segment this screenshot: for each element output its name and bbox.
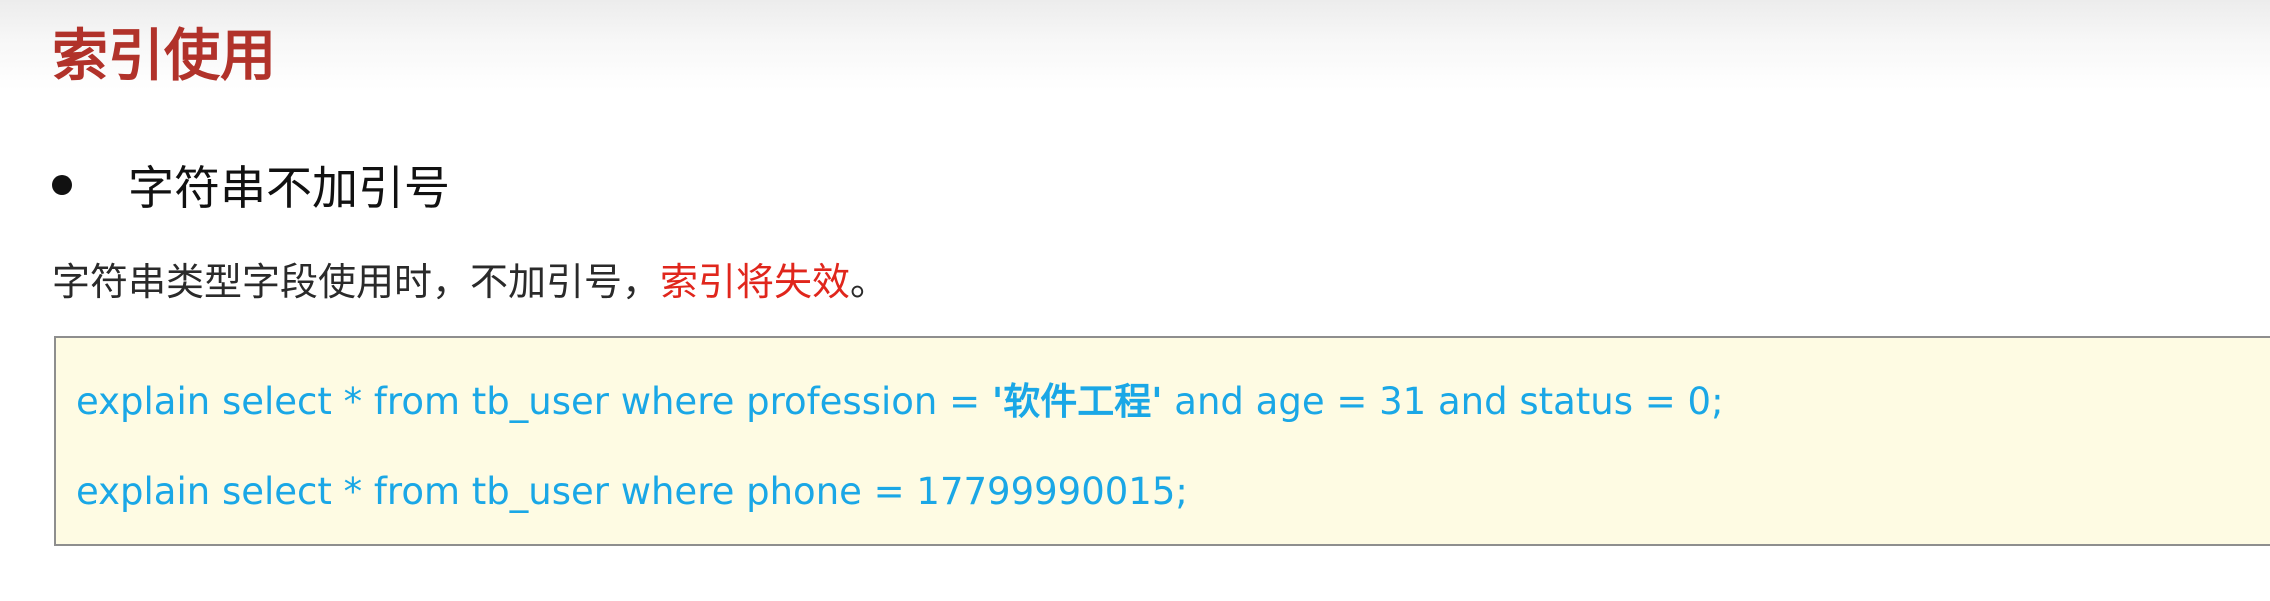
code-line-1-suffix: and age = 31 and status = 0;: [1162, 380, 1724, 423]
code-block: explain select * from tb_user where prof…: [54, 336, 2270, 546]
code-line-2: explain select * from tb_user where phon…: [76, 470, 1188, 513]
page-title: 索引使用: [52, 24, 276, 89]
bullet-item: 字符串不加引号: [52, 150, 450, 220]
header-band: [0, 0, 2270, 90]
bullet-text: 字符串不加引号: [128, 161, 450, 215]
code-line-1-quoted: '软件工程': [991, 380, 1163, 423]
description-warning: 索引将失效: [660, 260, 851, 304]
description-text: 字符串类型字段使用时，不加引号，: [52, 260, 661, 304]
bullet-dot-icon: [52, 175, 72, 195]
description: 字符串类型字段使用时，不加引号，索引将失效。: [52, 252, 888, 312]
code-line-1: explain select * from tb_user where prof…: [76, 374, 1724, 430]
code-line-1-prefix: explain select * from tb_user where prof…: [76, 380, 992, 423]
description-end: 。: [850, 260, 889, 304]
